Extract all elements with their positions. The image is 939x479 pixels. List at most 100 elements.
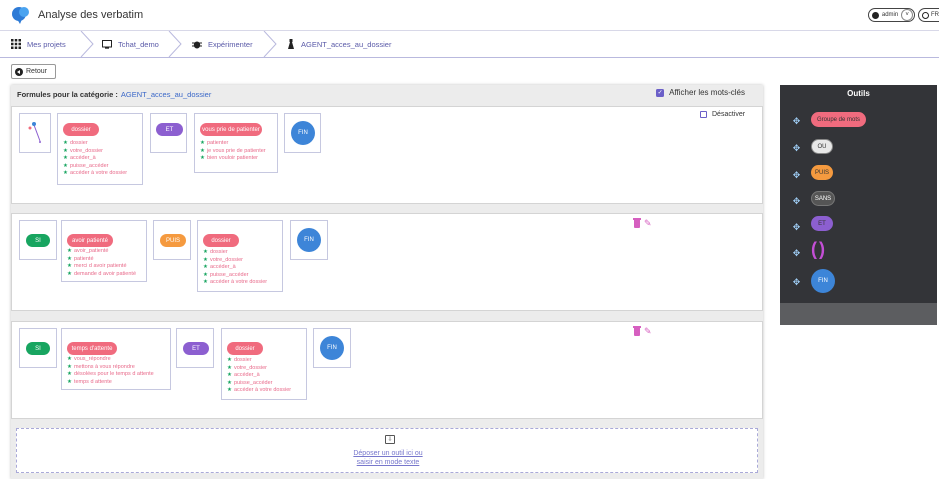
operator-et-pill[interactable]: ET xyxy=(183,342,209,355)
star-icon: ★ xyxy=(227,357,232,363)
show-keywords-toggle[interactable]: ✓ Afficher les mots-clés xyxy=(656,88,745,97)
operator-tile[interactable]: SI xyxy=(19,328,57,368)
breadcrumb-label: AGENT_acces_au_dossier xyxy=(301,39,392,49)
tool-puis[interactable]: ✥ xyxy=(792,171,801,180)
fin-tile[interactable]: FIN xyxy=(313,328,351,368)
tool-sans[interactable]: ✥ xyxy=(792,197,801,206)
tool-sans-pill[interactable]: SANS xyxy=(811,191,835,206)
trash-icon[interactable] xyxy=(633,218,641,228)
operator-tile[interactable]: ET xyxy=(150,113,187,153)
drop-zone[interactable]: ⇩ Déposer un outil ici ou saisir en mode… xyxy=(16,428,758,473)
star-icon: ★ xyxy=(67,248,72,254)
operator-et-pill[interactable]: ET xyxy=(156,123,183,136)
breadcrumb-item-experimenter[interactable]: Expérimenter xyxy=(192,31,253,57)
fin-tile[interactable]: FIN xyxy=(284,113,321,153)
text-mode-link[interactable]: saisir en mode texte xyxy=(17,459,759,466)
star-icon: ★ xyxy=(200,140,205,146)
word-group-tile[interactable]: dossier ★ dossier ★ votre_dossier ★ accéder… xyxy=(197,220,283,292)
app-title: Analyse des verbatim xyxy=(38,9,144,21)
operator-si-pill[interactable]: SI xyxy=(26,342,50,355)
word-group-tile[interactable]: temps d'attente ★ vous_répondre ★ mettons … xyxy=(61,328,171,390)
fin-tile[interactable]: FIN xyxy=(290,220,328,260)
operator-tile[interactable]: PUIS xyxy=(153,220,191,260)
fin-circle[interactable]: FIN xyxy=(291,121,315,145)
bug-icon xyxy=(192,41,202,48)
word-group-tile[interactable]: dossier ★ dossier ★ votre_dossier ★ accéder… xyxy=(221,328,307,400)
fin-circle[interactable]: FIN xyxy=(320,336,344,360)
disable-toggle[interactable]: Désactiver xyxy=(700,111,745,118)
tool-ou-pill[interactable]: OU xyxy=(811,139,833,154)
star-icon: ★ xyxy=(63,147,68,154)
drop-zone-link[interactable]: Déposer un outil ici ou xyxy=(17,450,759,457)
word-group-pill[interactable]: dossier xyxy=(63,123,99,136)
move-icon[interactable]: ✥ xyxy=(792,144,801,153)
pencil-icon[interactable]: ✎ xyxy=(644,219,653,228)
pencil-icon[interactable]: ✎ xyxy=(644,327,653,336)
star-icon: ★ xyxy=(203,271,208,278)
move-icon[interactable]: ✥ xyxy=(792,249,801,258)
operator-tile[interactable]: SI xyxy=(19,220,57,260)
breadcrumb-item-projects[interactable]: Mes projets xyxy=(11,31,66,57)
move-icon[interactable]: ✥ xyxy=(792,223,801,232)
user-menu[interactable]: admin ˅ xyxy=(868,8,915,22)
language-selector[interactable]: FR xyxy=(918,8,939,22)
star-icon: ★ xyxy=(67,356,72,362)
operator-si-pill[interactable]: SI xyxy=(26,234,50,247)
word-group-pill[interactable]: avoir patienté xyxy=(67,234,113,247)
star-icon: ★ xyxy=(67,363,72,370)
formulas-panel: Formules pour la catégorie : AGENT_acces… xyxy=(11,85,763,479)
word-group-tile[interactable]: vous prie de patienter ★ patienter ★ je vo… xyxy=(194,113,278,173)
parentheses-tool[interactable]: () xyxy=(811,239,827,260)
move-icon[interactable]: ✥ xyxy=(792,197,801,206)
word-group-pill[interactable]: dossier xyxy=(203,234,239,247)
tool-word-group-pill[interactable]: Groupe de mots xyxy=(811,112,866,127)
keyword: ★ votre_dossier xyxy=(203,256,243,263)
rule-actions: ✎ xyxy=(633,326,653,336)
word-group-pill[interactable]: vous prie de patienter xyxy=(200,123,262,136)
trash-icon[interactable] xyxy=(633,326,641,336)
tool-fin[interactable]: ✥ xyxy=(792,278,801,287)
tool-ou[interactable]: ✥ xyxy=(792,144,801,153)
word-group-pill[interactable]: temps d'attente xyxy=(67,342,117,355)
keyword: ★ dossier xyxy=(203,249,228,255)
tools-footer xyxy=(780,303,937,325)
flask-icon xyxy=(288,39,294,49)
tool-word-group[interactable]: ✥ xyxy=(792,117,801,126)
disable-label: Désactiver xyxy=(712,111,746,118)
breadcrumb-item-category[interactable]: AGENT_acces_au_dossier xyxy=(287,31,391,57)
top-bar: Analyse des verbatim admin ˅ FR xyxy=(0,0,939,31)
tool-et[interactable]: ✥ xyxy=(792,223,801,232)
breadcrumb-separator xyxy=(80,31,94,57)
operator-puis-pill[interactable]: PUIS xyxy=(160,234,186,247)
keyword: ★ accéder à votre dossier xyxy=(203,279,268,285)
keyword: ★ avoir_patienté xyxy=(67,248,109,254)
tool-fin-circle[interactable]: FIN xyxy=(811,269,835,293)
drag-handle-tile[interactable] xyxy=(19,113,51,153)
tool-parentheses[interactable]: ✥ xyxy=(792,249,801,258)
keyword: ★ accéder_à xyxy=(63,155,96,161)
checkbox-checked-icon[interactable]: ✓ xyxy=(656,88,665,97)
breadcrumb-item-tchat[interactable]: Tchat_demo xyxy=(102,31,159,57)
tools-title: Outils xyxy=(847,89,870,98)
word-group-pill[interactable]: dossier xyxy=(227,342,263,355)
operator-tile[interactable]: ET xyxy=(176,328,214,368)
back-arrow-icon xyxy=(15,67,23,76)
breadcrumb-separator xyxy=(263,31,277,57)
monitor-icon xyxy=(102,39,112,49)
word-group-tile[interactable]: dossier ★ dossier ★ votre_dossier ★ accéder… xyxy=(57,113,143,185)
word-group-tile[interactable]: avoir patienté ★ avoir_patienté ★ patienté… xyxy=(61,220,147,282)
tool-puis-pill[interactable]: PUIS xyxy=(811,165,833,180)
keyword-list: ★ dossier ★ votre_dossier ★ accéder_à ★ puis… xyxy=(203,249,267,287)
star-icon: ★ xyxy=(67,255,72,262)
chevron-down-icon: ˅ xyxy=(901,9,913,21)
tool-et-pill[interactable]: ET xyxy=(811,216,833,231)
move-icon[interactable]: ✥ xyxy=(792,117,801,126)
checkbox-icon[interactable] xyxy=(700,111,707,118)
keyword: ★ demande d avoir patienté xyxy=(67,270,137,277)
move-icon[interactable]: ✥ xyxy=(792,278,801,287)
move-icon[interactable]: ✥ xyxy=(792,171,801,180)
back-button[interactable]: Retour xyxy=(11,64,56,79)
panel-heading: Formules pour la catégorie : xyxy=(17,89,118,99)
fin-circle[interactable]: FIN xyxy=(297,228,321,252)
keyword: ★ accéder à votre dossier xyxy=(63,170,128,176)
